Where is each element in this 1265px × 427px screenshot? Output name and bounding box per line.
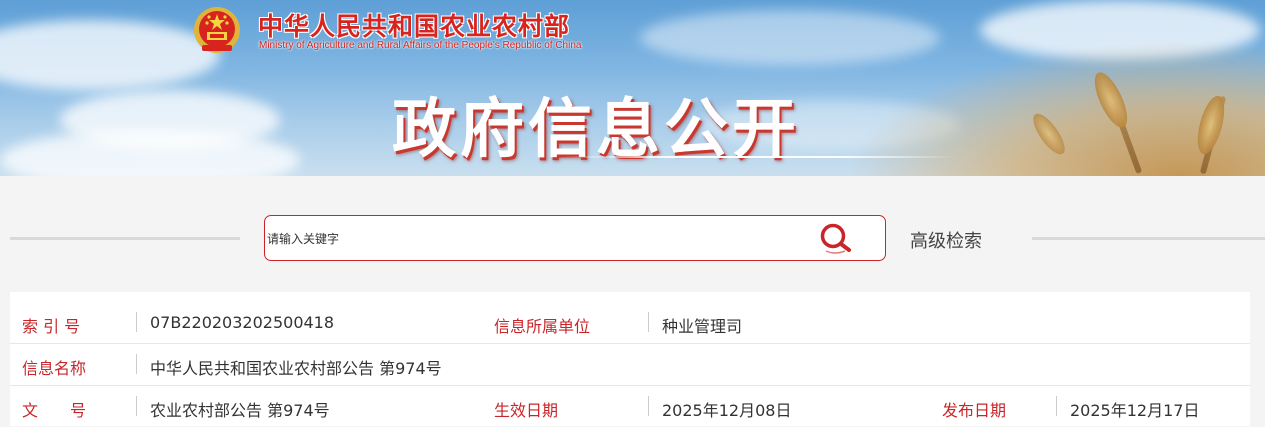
divider-line [10, 237, 240, 240]
table-row: 索 引 号 07B220203202500418 信息所属单位 种业管理司 [10, 302, 1250, 344]
info-name-value: 中华人民共和国农业农村部公告 第974号 [150, 359, 442, 378]
info-name-label: 信息名称 [22, 359, 87, 378]
department-label: 信息所属单位 [494, 317, 591, 336]
divider [136, 354, 137, 374]
search-icon [820, 223, 851, 254]
header-banner: 中华人民共和国农业农村部 Ministry of Agriculture and… [0, 0, 1265, 176]
document-number-value: 农业农村部公告 第974号 [150, 401, 330, 420]
divider [136, 396, 137, 416]
divider [648, 396, 649, 416]
search-button[interactable] [813, 221, 859, 255]
title-underline [560, 156, 955, 158]
national-emblem-icon [194, 7, 240, 53]
search-bar [264, 215, 886, 261]
divider [648, 312, 649, 332]
ministry-name-en: Ministry of Agriculture and Rural Affair… [259, 40, 582, 51]
table-row: 信息名称 中华人民共和国农业农村部公告 第974号 [10, 344, 1250, 386]
search-input[interactable] [265, 216, 809, 261]
divider-line [1032, 237, 1265, 240]
divider [1056, 396, 1057, 416]
publish-date-value: 2025年12月17日 [1070, 401, 1200, 420]
effective-date-label: 生效日期 [494, 401, 559, 420]
index-number-value: 07B220203202500418 [150, 313, 335, 332]
document-number-label: 文 号 [22, 401, 87, 420]
divider [136, 312, 137, 332]
info-table: 索 引 号 07B220203202500418 信息所属单位 种业管理司 信息… [10, 292, 1250, 426]
table-row: 文 号 农业农村部公告 第974号 生效日期 2025年12月08日 发布日期 … [10, 386, 1250, 427]
effective-date-value: 2025年12月08日 [662, 401, 792, 420]
advanced-search-link[interactable]: 高级检索 [910, 227, 982, 253]
publish-date-label: 发布日期 [942, 401, 1007, 420]
department-value: 种业管理司 [662, 317, 743, 336]
index-number-label: 索 引 号 [22, 317, 81, 336]
ministry-name-cn: 中华人民共和国农业农村部 [258, 12, 571, 41]
cloud-decoration [0, 20, 220, 90]
